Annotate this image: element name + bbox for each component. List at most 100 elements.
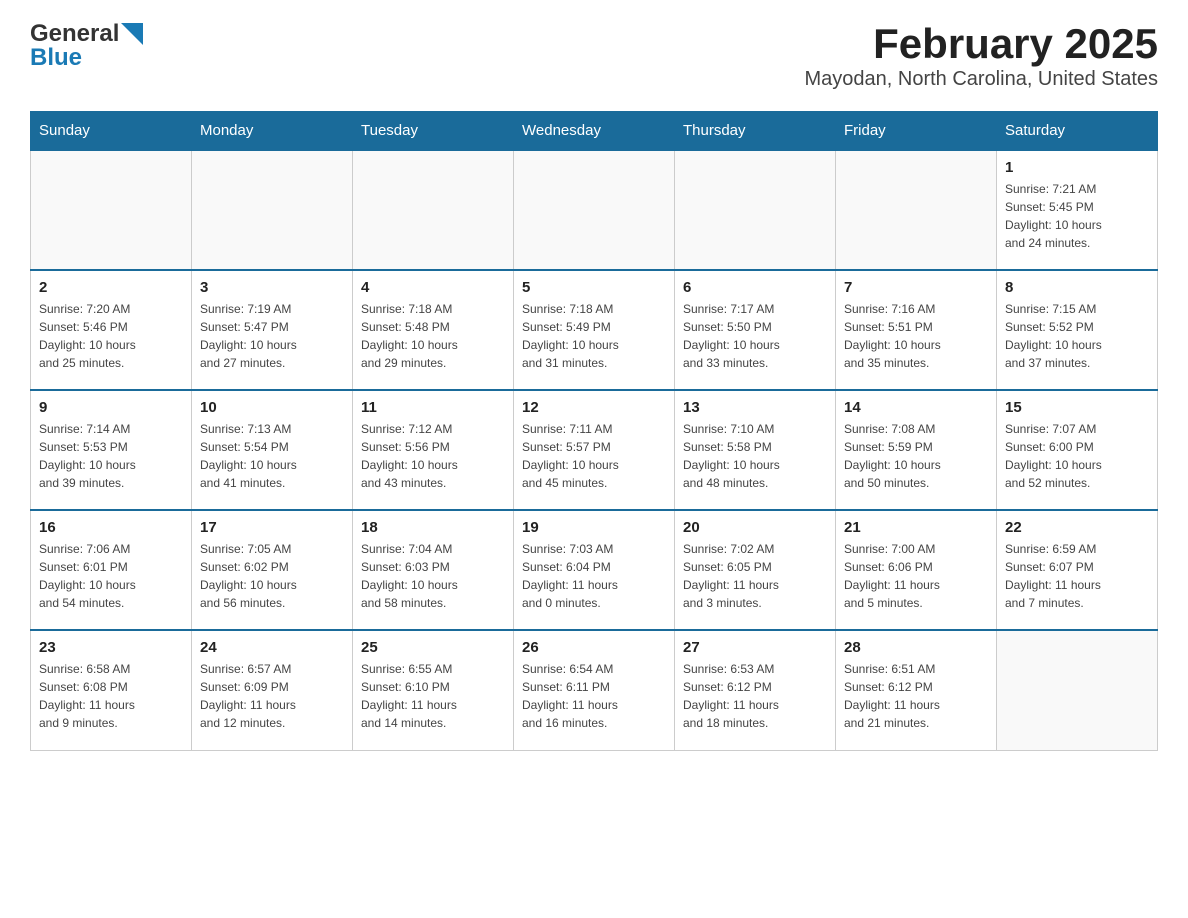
day-number: 14 [844, 399, 988, 416]
day-number: 20 [683, 519, 827, 536]
day-info: Sunrise: 7:16 AM Sunset: 5:51 PM Dayligh… [844, 300, 988, 372]
day-number: 24 [200, 639, 344, 656]
day-info: Sunrise: 7:06 AM Sunset: 6:01 PM Dayligh… [39, 540, 183, 612]
day-of-week-header: Saturday [997, 112, 1158, 151]
calendar-cell: 16Sunrise: 7:06 AM Sunset: 6:01 PM Dayli… [31, 510, 192, 630]
day-info: Sunrise: 7:05 AM Sunset: 6:02 PM Dayligh… [200, 540, 344, 612]
calendar-cell: 13 Sunrise: 7:10 AM Sunset: 5:58 PM Dayli… [675, 390, 836, 510]
calendar-cell: 8Sunrise: 7:15 AM Sunset: 5:52 PM Daylig… [997, 270, 1158, 390]
calendar-cell: 6 Sunrise: 7:17 AM Sunset: 5:50 PM Daylig… [675, 270, 836, 390]
calendar-cell: 12Sunrise: 7:11 AM Sunset: 5:57 PM Dayli… [514, 390, 675, 510]
calendar-cell: 19Sunrise: 7:03 AM Sunset: 6:04 PM Dayli… [514, 510, 675, 630]
calendar-cell: 23 Sunrise: 6:58 AM Sunset: 6:08 PM Dayli… [31, 630, 192, 750]
day-number: 25 [361, 639, 505, 656]
day-number: 4 [361, 279, 505, 296]
day-info: Sunrise: 7:18 AM Sunset: 5:48 PM Dayligh… [361, 300, 505, 372]
day-number: 9 [39, 399, 183, 416]
day-of-week-header: Wednesday [514, 112, 675, 151]
title-block: February 2025 Mayodan, North Carolina, U… [804, 20, 1158, 91]
day-number: 6 [683, 279, 827, 296]
day-info: Sunrise: 7:20 AM Sunset: 5:46 PM Dayligh… [39, 300, 183, 372]
calendar-header-row: SundayMondayTuesdayWednesdayThursdayFrid… [31, 112, 1158, 151]
calendar-week-row: 9 Sunrise: 7:14 AM Sunset: 5:53 PM Daylig… [31, 390, 1158, 510]
day-number: 17 [200, 519, 344, 536]
day-info: Sunrise: 7:17 AM Sunset: 5:50 PM Dayligh… [683, 300, 827, 372]
calendar-cell: 10 Sunrise: 7:13 AM Sunset: 5:54 PM Dayli… [192, 390, 353, 510]
calendar-cell: 25Sunrise: 6:55 AM Sunset: 6:10 PM Dayli… [353, 630, 514, 750]
calendar-title: February 2025 [804, 20, 1158, 68]
calendar-cell [192, 150, 353, 270]
day-info: Sunrise: 7:13 AM Sunset: 5:54 PM Dayligh… [200, 420, 344, 492]
day-info: Sunrise: 7:14 AM Sunset: 5:53 PM Dayligh… [39, 420, 183, 492]
day-number: 1 [1005, 159, 1149, 176]
calendar-cell [836, 150, 997, 270]
day-number: 3 [200, 279, 344, 296]
day-info: Sunrise: 7:03 AM Sunset: 6:04 PM Dayligh… [522, 540, 666, 612]
day-number: 18 [361, 519, 505, 536]
calendar-cell: 21 Sunrise: 7:00 AM Sunset: 6:06 PM Dayli… [836, 510, 997, 630]
day-number: 28 [844, 639, 988, 656]
day-info: Sunrise: 7:00 AM Sunset: 6:06 PM Dayligh… [844, 540, 988, 612]
day-number: 2 [39, 279, 183, 296]
day-info: Sunrise: 6:57 AM Sunset: 6:09 PM Dayligh… [200, 660, 344, 732]
day-info: Sunrise: 7:15 AM Sunset: 5:52 PM Dayligh… [1005, 300, 1149, 372]
calendar-cell: 27 Sunrise: 6:53 AM Sunset: 6:12 PM Dayli… [675, 630, 836, 750]
day-info: Sunrise: 7:11 AM Sunset: 5:57 PM Dayligh… [522, 420, 666, 492]
day-number: 23 [39, 639, 183, 656]
day-info: Sunrise: 7:07 AM Sunset: 6:00 PM Dayligh… [1005, 420, 1149, 492]
day-info: Sunrise: 6:58 AM Sunset: 6:08 PM Dayligh… [39, 660, 183, 732]
day-number: 21 [844, 519, 988, 536]
calendar-cell: 7Sunrise: 7:16 AM Sunset: 5:51 PM Daylig… [836, 270, 997, 390]
calendar-cell: 1 Sunrise: 7:21 AM Sunset: 5:45 PM Daylig… [997, 150, 1158, 270]
day-of-week-header: Sunday [31, 112, 192, 151]
calendar-cell [514, 150, 675, 270]
calendar-cell [31, 150, 192, 270]
calendar-cell: 3 Sunrise: 7:19 AM Sunset: 5:47 PM Daylig… [192, 270, 353, 390]
calendar-table: SundayMondayTuesdayWednesdayThursdayFrid… [30, 111, 1158, 751]
day-info: Sunrise: 7:10 AM Sunset: 5:58 PM Dayligh… [683, 420, 827, 492]
page-header: General Blue February 2025 Mayodan, Nort… [30, 20, 1158, 91]
day-number: 13 [683, 399, 827, 416]
calendar-cell: 28 Sunrise: 6:51 AM Sunset: 6:12 PM Dayli… [836, 630, 997, 750]
calendar-cell: 2 Sunrise: 7:20 AM Sunset: 5:46 PM Daylig… [31, 270, 192, 390]
day-info: Sunrise: 7:08 AM Sunset: 5:59 PM Dayligh… [844, 420, 988, 492]
calendar-cell: 14 Sunrise: 7:08 AM Sunset: 5:59 PM Dayli… [836, 390, 997, 510]
calendar-cell: 5 Sunrise: 7:18 AM Sunset: 5:49 PM Daylig… [514, 270, 675, 390]
day-info: Sunrise: 7:21 AM Sunset: 5:45 PM Dayligh… [1005, 180, 1149, 252]
calendar-week-row: 23 Sunrise: 6:58 AM Sunset: 6:08 PM Dayli… [31, 630, 1158, 750]
calendar-week-row: 1 Sunrise: 7:21 AM Sunset: 5:45 PM Daylig… [31, 150, 1158, 270]
day-number: 10 [200, 399, 344, 416]
calendar-cell [997, 630, 1158, 750]
logo-arrow-icon [121, 23, 143, 45]
day-of-week-header: Monday [192, 112, 353, 151]
calendar-cell: 24 Sunrise: 6:57 AM Sunset: 6:09 PM Dayli… [192, 630, 353, 750]
calendar-cell: 4 Sunrise: 7:18 AM Sunset: 5:48 PM Daylig… [353, 270, 514, 390]
calendar-cell: 9 Sunrise: 7:14 AM Sunset: 5:53 PM Daylig… [31, 390, 192, 510]
logo-blue-text: Blue [30, 44, 82, 72]
day-info: Sunrise: 7:12 AM Sunset: 5:56 PM Dayligh… [361, 420, 505, 492]
day-info: Sunrise: 6:59 AM Sunset: 6:07 PM Dayligh… [1005, 540, 1149, 612]
day-of-week-header: Friday [836, 112, 997, 151]
day-of-week-header: Tuesday [353, 112, 514, 151]
calendar-week-row: 16Sunrise: 7:06 AM Sunset: 6:01 PM Dayli… [31, 510, 1158, 630]
calendar-cell: 11Sunrise: 7:12 AM Sunset: 5:56 PM Dayli… [353, 390, 514, 510]
logo: General Blue [30, 20, 143, 72]
day-number: 5 [522, 279, 666, 296]
day-number: 27 [683, 639, 827, 656]
calendar-subtitle: Mayodan, North Carolina, United States [804, 68, 1158, 91]
day-number: 22 [1005, 519, 1149, 536]
calendar-cell [353, 150, 514, 270]
day-info: Sunrise: 6:51 AM Sunset: 6:12 PM Dayligh… [844, 660, 988, 732]
day-info: Sunrise: 7:18 AM Sunset: 5:49 PM Dayligh… [522, 300, 666, 372]
day-info: Sunrise: 7:19 AM Sunset: 5:47 PM Dayligh… [200, 300, 344, 372]
day-number: 15 [1005, 399, 1149, 416]
day-number: 26 [522, 639, 666, 656]
day-of-week-header: Thursday [675, 112, 836, 151]
day-info: Sunrise: 6:54 AM Sunset: 6:11 PM Dayligh… [522, 660, 666, 732]
calendar-cell: 26 Sunrise: 6:54 AM Sunset: 6:11 PM Dayli… [514, 630, 675, 750]
day-info: Sunrise: 7:02 AM Sunset: 6:05 PM Dayligh… [683, 540, 827, 612]
calendar-cell: 15 Sunrise: 7:07 AM Sunset: 6:00 PM Dayli… [997, 390, 1158, 510]
calendar-cell: 22 Sunrise: 6:59 AM Sunset: 6:07 PM Dayli… [997, 510, 1158, 630]
day-info: Sunrise: 6:53 AM Sunset: 6:12 PM Dayligh… [683, 660, 827, 732]
calendar-week-row: 2 Sunrise: 7:20 AM Sunset: 5:46 PM Daylig… [31, 270, 1158, 390]
